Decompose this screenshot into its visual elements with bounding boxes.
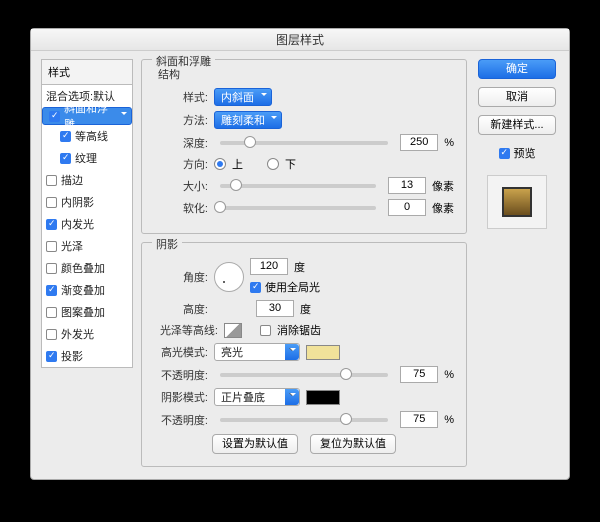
style-checkbox[interactable] bbox=[46, 219, 57, 230]
sidebar-item-label: 渐变叠加 bbox=[61, 282, 105, 298]
style-checkbox[interactable] bbox=[46, 351, 57, 362]
global-light-label: 使用全局光 bbox=[265, 279, 320, 295]
size-input[interactable]: 13 bbox=[388, 177, 426, 194]
angle-dial[interactable] bbox=[214, 262, 244, 292]
dir-down-label: 下 bbox=[285, 156, 296, 172]
antialias-label: 消除锯齿 bbox=[277, 322, 321, 338]
style-checkbox[interactable] bbox=[46, 263, 57, 274]
sidebar-item-label: 光泽 bbox=[61, 238, 83, 254]
size-slider[interactable] bbox=[220, 184, 376, 188]
px2: 像素 bbox=[432, 200, 454, 216]
titlebar: 图层样式 bbox=[31, 29, 569, 51]
style-checkbox[interactable] bbox=[49, 111, 60, 122]
shadow-opacity-input[interactable]: 75 bbox=[400, 411, 438, 428]
dir-up-label: 上 bbox=[232, 156, 243, 172]
preview-checkbox[interactable] bbox=[499, 148, 510, 159]
soften-label: 软化: bbox=[154, 200, 208, 216]
sidebar-item-label: 斜面和浮雕 bbox=[64, 100, 115, 132]
sidebar-item-label: 纹理 bbox=[75, 150, 97, 166]
style-checkbox[interactable] bbox=[46, 307, 57, 318]
shading-title: 阴影 bbox=[152, 236, 182, 252]
style-checkbox[interactable] bbox=[46, 329, 57, 340]
cancel-button[interactable]: 取消 bbox=[478, 87, 556, 107]
sidebar-item[interactable]: 图案叠加 bbox=[42, 301, 132, 323]
sidebar-header: 样式 bbox=[41, 59, 133, 84]
highlight-opacity-slider[interactable] bbox=[220, 373, 388, 377]
sidebar-item-label: 描边 bbox=[61, 172, 83, 188]
highlight-opacity-label: 不透明度: bbox=[154, 367, 208, 383]
dir-down-radio[interactable] bbox=[267, 158, 279, 170]
sidebar-item-label: 投影 bbox=[61, 348, 83, 364]
depth-label: 深度: bbox=[154, 135, 208, 151]
px: 像素 bbox=[432, 178, 454, 194]
highlight-color[interactable] bbox=[306, 345, 340, 360]
make-default-button[interactable]: 设置为默认值 bbox=[212, 434, 298, 454]
style-checkbox[interactable] bbox=[46, 175, 57, 186]
depth-input[interactable]: 250 bbox=[400, 134, 438, 151]
layer-style-dialog: 图层样式 样式 混合选项:默认 斜面和浮雕等高线纹理描边内阴影内发光光泽颜色叠加… bbox=[30, 28, 570, 480]
style-label: 样式: bbox=[154, 89, 208, 105]
altitude-input[interactable]: 30 bbox=[256, 300, 294, 317]
style-sidebar: 样式 混合选项:默认 斜面和浮雕等高线纹理描边内阴影内发光光泽颜色叠加渐变叠加图… bbox=[41, 59, 133, 467]
sidebar-item-label: 内阴影 bbox=[61, 194, 94, 210]
sidebar-item[interactable]: 投影 bbox=[42, 345, 132, 367]
sidebar-item-label: 内发光 bbox=[61, 216, 94, 232]
sidebar-item[interactable]: 颜色叠加 bbox=[42, 257, 132, 279]
soften-input[interactable]: 0 bbox=[388, 199, 426, 216]
angle-input[interactable]: 120 bbox=[250, 258, 288, 275]
size-label: 大小: bbox=[154, 178, 208, 194]
shading-group: 阴影 角度: 120 度 使用全局光 bbox=[141, 242, 467, 467]
soften-slider[interactable] bbox=[220, 206, 376, 210]
style-checkbox[interactable] bbox=[46, 285, 57, 296]
method-label: 方法: bbox=[154, 112, 208, 128]
contour-picker[interactable] bbox=[224, 323, 242, 338]
antialias-checkbox[interactable] bbox=[260, 325, 271, 336]
shadow-mode-select[interactable]: 正片叠底 bbox=[214, 388, 300, 406]
highlight-opacity-input[interactable]: 75 bbox=[400, 366, 438, 383]
dir-up-radio[interactable] bbox=[214, 158, 226, 170]
sidebar-item[interactable]: 外发光 bbox=[42, 323, 132, 345]
group-title: 斜面和浮雕 bbox=[152, 53, 215, 69]
style-checkbox[interactable] bbox=[46, 197, 57, 208]
structure-group: 斜面和浮雕 结构 样式: 内斜面 方法: 雕刻柔和 深度: 250 % 方向 bbox=[141, 59, 467, 234]
style-select[interactable]: 内斜面 bbox=[214, 88, 272, 106]
global-light-checkbox[interactable] bbox=[250, 282, 261, 293]
sidebar-item-label: 外发光 bbox=[61, 326, 94, 342]
style-checkbox[interactable] bbox=[60, 131, 71, 142]
shadow-opacity-label: 不透明度: bbox=[154, 412, 208, 428]
sidebar-item-label: 图案叠加 bbox=[61, 304, 105, 320]
sidebar-item-label: 颜色叠加 bbox=[61, 260, 105, 276]
shadow-opacity-slider[interactable] bbox=[220, 418, 388, 422]
contour-label: 光泽等高线: bbox=[154, 322, 218, 338]
shadow-mode-label: 阴影模式: bbox=[154, 389, 208, 405]
pct: % bbox=[444, 137, 454, 149]
method-select[interactable]: 雕刻柔和 bbox=[214, 111, 282, 129]
preview-thumbnail bbox=[487, 175, 547, 229]
depth-slider[interactable] bbox=[220, 141, 388, 145]
direction-label: 方向: bbox=[154, 156, 208, 172]
altitude-label: 高度: bbox=[154, 301, 208, 317]
deg2: 度 bbox=[300, 301, 311, 317]
highlight-mode-select[interactable]: 亮光 bbox=[214, 343, 300, 361]
shadow-color[interactable] bbox=[306, 390, 340, 405]
sidebar-item[interactable]: 渐变叠加 bbox=[42, 279, 132, 301]
sidebar-item[interactable]: 内阴影 bbox=[42, 191, 132, 213]
new-style-button[interactable]: 新建样式... bbox=[478, 115, 556, 135]
sidebar-item[interactable]: 描边 bbox=[42, 169, 132, 191]
highlight-mode-label: 高光模式: bbox=[154, 344, 208, 360]
sidebar-item[interactable]: 纹理 bbox=[42, 147, 132, 169]
ok-button[interactable]: 确定 bbox=[478, 59, 556, 79]
deg: 度 bbox=[294, 259, 305, 275]
angle-label: 角度: bbox=[154, 269, 208, 285]
style-checkbox[interactable] bbox=[60, 153, 71, 164]
sidebar-list: 混合选项:默认 斜面和浮雕等高线纹理描边内阴影内发光光泽颜色叠加渐变叠加图案叠加… bbox=[41, 84, 133, 368]
style-checkbox[interactable] bbox=[46, 241, 57, 252]
sidebar-item[interactable]: 内发光 bbox=[42, 213, 132, 235]
sidebar-item[interactable]: 光泽 bbox=[42, 235, 132, 257]
reset-default-button[interactable]: 复位为默认值 bbox=[310, 434, 396, 454]
preview-label: 预览 bbox=[514, 145, 536, 161]
sidebar-item[interactable]: 斜面和浮雕 bbox=[42, 107, 132, 125]
